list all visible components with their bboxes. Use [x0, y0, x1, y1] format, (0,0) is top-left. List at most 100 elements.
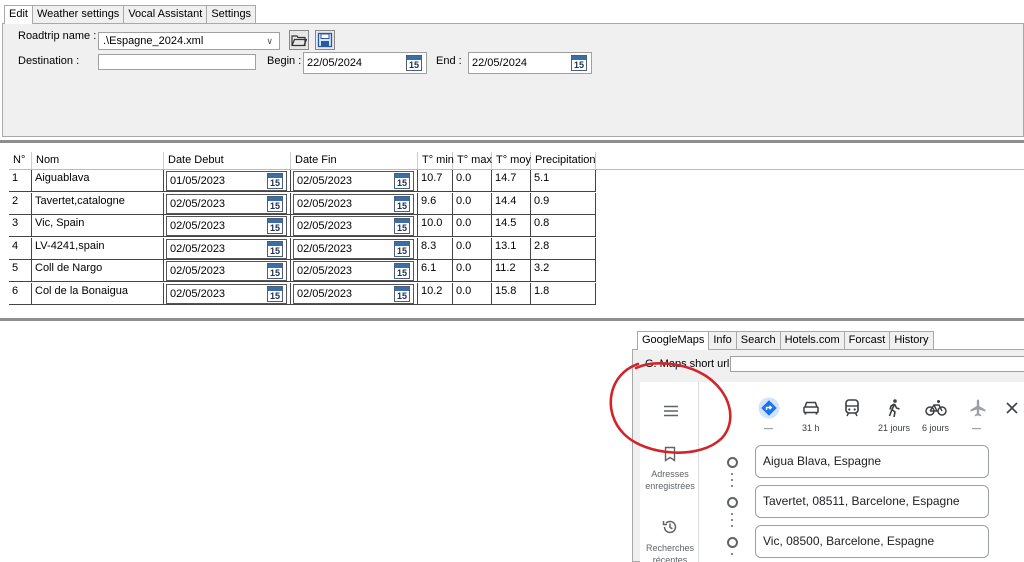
table-cell-date-fin[interactable]: 02/05/2023 15: [291, 260, 418, 283]
table-cell-t-max[interactable]: 0.0: [453, 170, 492, 192]
table-cell-number[interactable]: 3: [9, 215, 32, 238]
mode-car[interactable]: [800, 397, 822, 419]
table-cell-nom[interactable]: Aiguablava: [32, 170, 164, 192]
calendar-icon[interactable]: 15: [267, 286, 283, 302]
calendar-icon[interactable]: 15: [394, 195, 410, 212]
date-picker[interactable]: 02/05/2023 15: [293, 261, 414, 282]
date-picker[interactable]: 02/05/2023 15: [166, 193, 287, 214]
table-cell-date-fin[interactable]: 02/05/2023 15: [291, 215, 418, 238]
route-stop-input[interactable]: Vic, 08500, Barcelone, Espagne: [755, 525, 989, 558]
table-cell-t-min[interactable]: 9.6: [418, 192, 453, 215]
end-date-picker[interactable]: 22/05/2024 15: [468, 52, 592, 74]
tab-googlemaps[interactable]: GoogleMaps: [637, 331, 710, 350]
date-picker[interactable]: 01/05/2023 15: [166, 171, 287, 191]
tab-history[interactable]: History: [889, 331, 934, 349]
table-row[interactable]: 4 LV-4241,spain 02/05/2023 15 02/05/2023 15 8.…: [9, 237, 596, 260]
calendar-icon[interactable]: 15: [394, 286, 410, 302]
date-picker[interactable]: 02/05/2023 15: [166, 261, 287, 282]
table-cell-t-max[interactable]: 0.0: [453, 192, 492, 215]
date-picker[interactable]: 02/05/2023 15: [293, 284, 414, 304]
table-cell-date-debut[interactable]: 02/05/2023 15: [164, 192, 291, 215]
table-cell-number[interactable]: 5: [9, 260, 32, 283]
short-url-input[interactable]: [730, 356, 1024, 372]
table-cell-nom[interactable]: LV-4241,spain: [32, 237, 164, 260]
table-cell-nom[interactable]: Coll de Nargo: [32, 260, 164, 283]
table-cell-nom[interactable]: Col de la Bonaigua: [32, 283, 164, 305]
calendar-icon[interactable]: 15: [267, 263, 283, 280]
table-cell-number[interactable]: 6: [9, 283, 32, 305]
calendar-icon[interactable]: 15: [394, 218, 410, 235]
calendar-icon[interactable]: 15: [394, 240, 410, 257]
splitter[interactable]: [0, 140, 1024, 143]
date-picker[interactable]: 02/05/2023 15: [166, 216, 287, 237]
mode-transit[interactable]: [841, 397, 863, 419]
table-row[interactable]: 2 Tavertet,catalogne 02/05/2023 15 02/05/202…: [9, 192, 596, 215]
table-cell-t-moy[interactable]: 14.5: [492, 215, 531, 238]
mode-walk[interactable]: [883, 397, 905, 419]
splitter[interactable]: [0, 318, 1024, 321]
column-header-number[interactable]: N°: [9, 152, 32, 169]
table-cell-t-min[interactable]: 6.1: [418, 260, 453, 283]
tab-search[interactable]: Search: [735, 331, 781, 349]
table-cell-precipitation[interactable]: 2.8: [531, 237, 596, 260]
column-header-precipitation[interactable]: Precipitation: [531, 152, 596, 169]
save-button[interactable]: [315, 30, 335, 50]
table-cell-t-max[interactable]: 0.0: [453, 260, 492, 283]
table-cell-date-debut[interactable]: 01/05/2023 15: [164, 170, 291, 192]
table-cell-nom[interactable]: Vic, Spain: [32, 215, 164, 238]
table-cell-date-fin[interactable]: 02/05/2023 15: [291, 283, 418, 305]
table-row[interactable]: 3 Vic, Spain 02/05/2023 15 02/05/2023 15 10.0 0…: [9, 215, 596, 238]
column-header-nom[interactable]: Nom: [32, 152, 164, 169]
calendar-icon[interactable]: 15: [267, 240, 283, 257]
recent-searches-button[interactable]: Recherches récentes: [640, 518, 700, 562]
table-cell-t-moy[interactable]: 11.2: [492, 260, 531, 283]
column-header-date-fin[interactable]: Date Fin: [291, 152, 418, 169]
calendar-icon[interactable]: 15: [267, 195, 283, 212]
calendar-icon[interactable]: 15: [406, 55, 422, 71]
calendar-icon[interactable]: 15: [267, 218, 283, 235]
table-cell-date-fin[interactable]: 02/05/2023 15: [291, 237, 418, 260]
table-cell-t-max[interactable]: 0.0: [453, 283, 492, 305]
table-row[interactable]: 1 Aiguablava 01/05/2023 15 02/05/2023 15 10.7 0…: [9, 170, 596, 192]
tab-info[interactable]: Info: [708, 331, 737, 349]
calendar-icon[interactable]: 15: [571, 55, 587, 71]
tab-vocal-assistant[interactable]: Vocal Assistant: [123, 5, 208, 23]
table-cell-t-min[interactable]: 10.0: [418, 215, 453, 238]
close-directions-button[interactable]: [1001, 397, 1023, 419]
table-cell-t-min[interactable]: 10.2: [418, 283, 453, 305]
destination-input[interactable]: [98, 54, 256, 70]
table-cell-number[interactable]: 4: [9, 237, 32, 260]
table-cell-date-fin[interactable]: 02/05/2023 15: [291, 170, 418, 192]
tab-edit[interactable]: Edit: [4, 5, 33, 24]
table-cell-precipitation[interactable]: 0.9: [531, 192, 596, 215]
date-picker[interactable]: 02/05/2023 15: [166, 238, 287, 259]
begin-date-picker[interactable]: 22/05/2024 15: [303, 52, 427, 74]
table-cell-precipitation[interactable]: 0.8: [531, 215, 596, 238]
table-cell-nom[interactable]: Tavertet,catalogne: [32, 192, 164, 215]
table-row[interactable]: 5 Coll de Nargo 02/05/2023 15 02/05/2023 15 6.…: [9, 260, 596, 283]
table-cell-t-max[interactable]: 0.0: [453, 215, 492, 238]
date-picker[interactable]: 02/05/2023 15: [166, 284, 287, 304]
date-picker[interactable]: 02/05/2023 15: [293, 216, 414, 237]
roadtrip-name-combo[interactable]: .\Espagne_2024.xml ∨: [98, 32, 280, 50]
column-header-t-max[interactable]: T° max: [453, 152, 492, 169]
calendar-icon[interactable]: 15: [394, 173, 410, 189]
date-picker[interactable]: 02/05/2023 15: [293, 193, 414, 214]
table-cell-precipitation[interactable]: 3.2: [531, 260, 596, 283]
table-row[interactable]: 6 Col de la Bonaigua 02/05/2023 15 02/05/202…: [9, 283, 596, 305]
table-cell-number[interactable]: 1: [9, 170, 32, 192]
table-cell-t-moy[interactable]: 14.7: [492, 170, 531, 192]
table-cell-date-fin[interactable]: 02/05/2023 15: [291, 192, 418, 215]
table-cell-t-min[interactable]: 8.3: [418, 237, 453, 260]
calendar-icon[interactable]: 15: [394, 263, 410, 280]
table-cell-date-debut[interactable]: 02/05/2023 15: [164, 237, 291, 260]
table-cell-t-max[interactable]: 0.0: [453, 237, 492, 260]
table-cell-date-debut[interactable]: 02/05/2023 15: [164, 215, 291, 238]
open-folder-button[interactable]: [289, 30, 309, 50]
table-cell-precipitation[interactable]: 1.8: [531, 283, 596, 305]
mode-bike[interactable]: [925, 397, 947, 419]
table-cell-date-debut[interactable]: 02/05/2023 15: [164, 260, 291, 283]
date-picker[interactable]: 02/05/2023 15: [293, 238, 414, 259]
table-cell-t-moy[interactable]: 15.8: [492, 283, 531, 305]
table-cell-date-debut[interactable]: 02/05/2023 15: [164, 283, 291, 305]
